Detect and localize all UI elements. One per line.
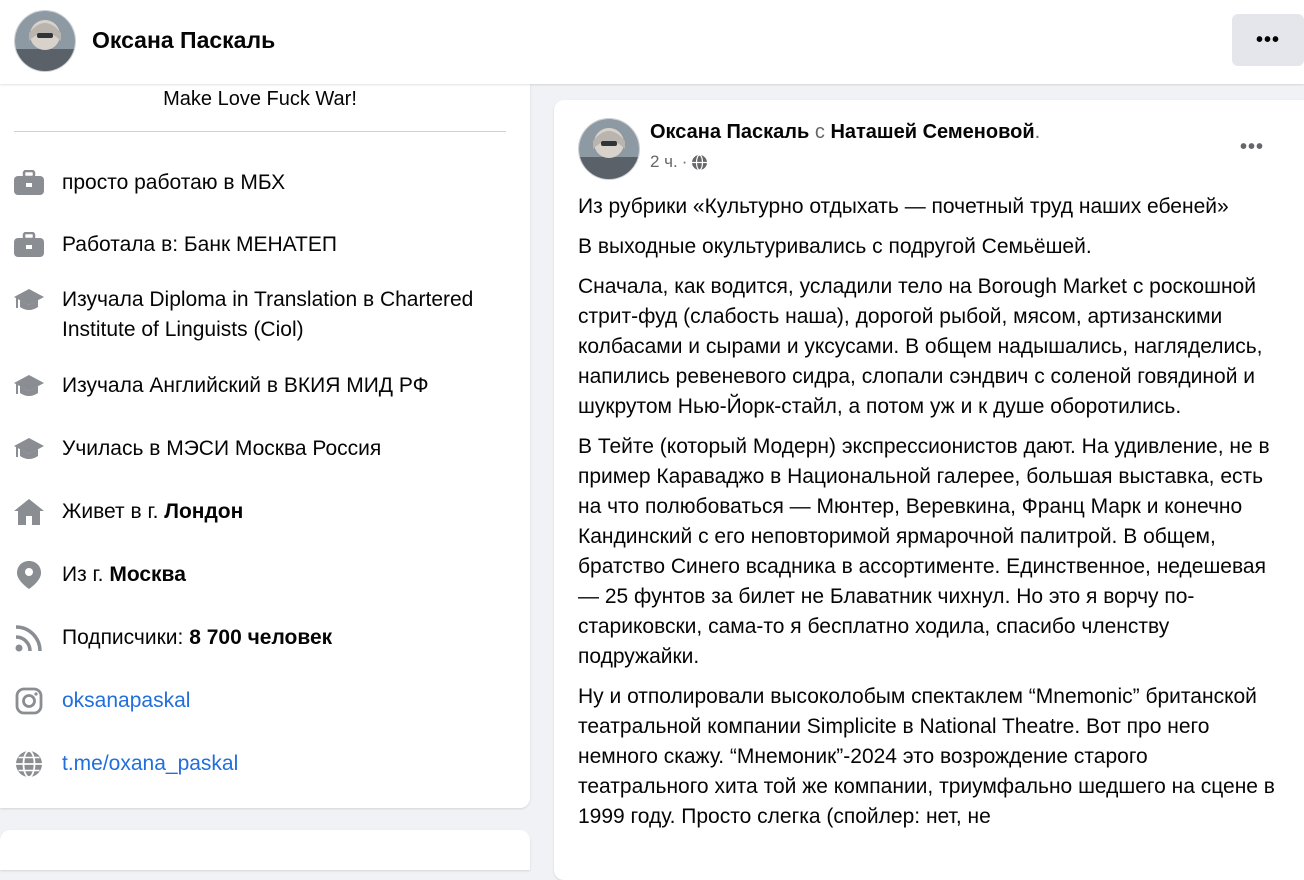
tagged-person[interactable]: Наташей Семеновой <box>830 121 1034 143</box>
instagram-icon <box>14 686 44 716</box>
location-pin-icon <box>14 560 44 590</box>
post-paragraph: В Тейте (который Модерн) экспрессионисто… <box>578 435 1270 668</box>
meta-separator: · <box>681 152 688 171</box>
intro-item-education: Изучала Английский в ВКИЯ МИД РФ <box>14 371 514 401</box>
rss-icon <box>14 623 44 653</box>
intro-item-from: Из г. Москва <box>14 560 514 590</box>
post-paragraph: Ну и отполировали высоколобым спектаклем… <box>578 685 1275 828</box>
intro-item-label: Изучала Diploma in Translation в Charter… <box>62 288 474 341</box>
post-more-button[interactable]: ••• <box>1240 136 1264 159</box>
intro-item-label: просто работаю в МБХ <box>62 171 286 194</box>
graduation-cap-icon <box>14 371 44 401</box>
home-icon <box>14 497 44 527</box>
city-link[interactable]: Лондон <box>164 500 243 523</box>
briefcase-icon <box>14 230 44 260</box>
intro-card: Make Love Fuck War! просто работаю в МБХ… <box>0 84 530 808</box>
post-meta: 2 ч. · <box>650 152 708 172</box>
post-paragraph: Сначала, как водится, усладили тело на B… <box>578 275 1263 418</box>
bio-text: Make Love Fuck War! <box>163 88 357 110</box>
instagram-link[interactable]: oksanapaskal <box>62 686 514 716</box>
website-link[interactable]: t.me/oxana_paskal <box>62 749 514 779</box>
intro-item-label: Из г. Москва <box>62 563 186 586</box>
intro-item-label: Подписчики: 8 700 человек <box>62 626 333 649</box>
profile-avatar[interactable] <box>14 10 76 72</box>
post-paragraph: Из рубрики «Культурно отдыхать — почетны… <box>578 195 1229 218</box>
more-options-button[interactable]: ••• <box>1232 14 1304 66</box>
intro-item-instagram: oksanapaskal <box>14 686 514 716</box>
intro-item-education: Училась в МЭСИ Москва Россия <box>14 434 514 464</box>
globe-icon <box>14 749 44 779</box>
profile-name[interactable]: Оксана Паскаль <box>92 27 275 54</box>
intro-item-website: t.me/oxana_paskal <box>14 749 514 779</box>
next-card <box>0 830 530 870</box>
intro-item-label: Изучала Английский в ВКИЯ МИД РФ <box>62 374 429 397</box>
profile-header: Оксана Паскаль ••• <box>0 0 1304 84</box>
post-body: Из рубрики «Культурно отдыхать — почетны… <box>578 192 1278 842</box>
intro-item-followers: Подписчики: 8 700 человек <box>14 623 514 653</box>
post-card: Оксана Паскаль с Наташей Семеновой. 2 ч.… <box>554 100 1304 880</box>
divider <box>14 131 506 132</box>
intro-item-label: Живет в г. Лондон <box>62 500 244 523</box>
intro-item-education: Изучала Diploma in Translation в Charter… <box>14 285 514 345</box>
city-link[interactable]: Москва <box>109 563 186 586</box>
globe-icon[interactable] <box>691 153 708 171</box>
period: . <box>1034 121 1041 143</box>
graduation-cap-icon <box>14 434 44 464</box>
intro-item-label: Работала в: Банк МЕНАТЕП <box>62 233 337 256</box>
intro-item-lives: Живет в г. Лондон <box>14 497 514 527</box>
briefcase-icon <box>14 168 44 198</box>
post-author-name[interactable]: Оксана Паскаль <box>650 121 809 143</box>
post-author-line: Оксана Паскаль с Наташей Семеновой. <box>650 121 1040 144</box>
intro-item-work-past: Работала в: Банк МЕНАТЕП <box>14 230 514 260</box>
post-timestamp[interactable]: 2 ч. <box>650 152 678 172</box>
post-paragraph: В выходные окультуривались с подругой Се… <box>578 235 1092 258</box>
followers-link[interactable]: 8 700 человек <box>189 626 332 649</box>
graduation-cap-icon <box>14 285 44 315</box>
intro-item-label: Училась в МЭСИ Москва Россия <box>62 437 382 460</box>
with-word: с <box>814 121 825 143</box>
post-author-avatar[interactable] <box>578 118 640 180</box>
intro-item-work: просто работаю в МБХ <box>14 168 514 198</box>
